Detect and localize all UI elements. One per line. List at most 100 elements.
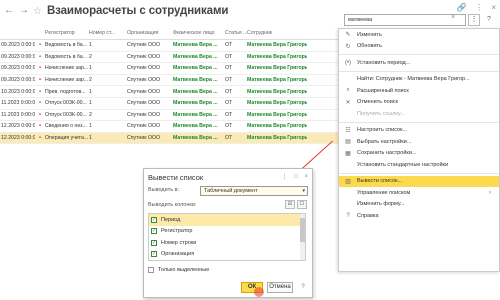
- checkbox-icon[interactable]: [148, 267, 154, 273]
- cell-employee: Матвеева Вера Григорь...: [247, 88, 307, 95]
- column-item[interactable]: ✓ Период: [149, 214, 305, 226]
- cell-period: 09.2023 0:00:00: [1, 42, 35, 49]
- cell-registrar: Начисление зар...: [45, 77, 89, 84]
- only-selected-label: Только выделенные: [158, 267, 210, 273]
- dialog-close-icon[interactable]: ×: [304, 174, 308, 180]
- table-row[interactable]: 10.2023 0:00:00 ▪ Прев. подготов... 1 Спутни…: [0, 86, 352, 98]
- column-item[interactable]: ✓ Организация: [149, 249, 305, 261]
- page-title: Взаиморасчеты с сотрудниками: [46, 5, 229, 17]
- more-actions-button[interactable]: ⋮: [468, 14, 480, 26]
- cell-person: Матвеева Вера ...: [173, 123, 218, 130]
- menu-item[interactable]: Установить стандартные настройки: [339, 159, 499, 171]
- cancel-button[interactable]: Отмена: [267, 282, 293, 293]
- chevron-down-icon[interactable]: ▾: [302, 187, 305, 195]
- menu-separator: [339, 54, 499, 55]
- column-item-label: Организация: [161, 251, 195, 258]
- menu-item[interactable]: ☷ Настроить список...: [339, 125, 499, 137]
- checkbox-checked-icon[interactable]: ✓: [151, 251, 157, 258]
- table-row[interactable]: 09.2023 0:00:00 ▪ Ведомость в ба... 2 Спутни…: [0, 52, 352, 64]
- cell-period: 09.2023 0:00:00: [1, 77, 35, 84]
- menu-item[interactable]: ▤ Выбрать настройки...: [339, 136, 499, 148]
- menu-item-label: Изменить форму...: [357, 201, 405, 208]
- table-row[interactable]: 12.2023 0:00:00 ▪ Сведения о нез... 1 Спутни…: [0, 121, 352, 133]
- dialog-maximize-icon[interactable]: □: [294, 174, 298, 180]
- menu-item[interactable]: ? Справка: [339, 210, 499, 222]
- doc-type-icon: ▪: [38, 135, 42, 142]
- check-all-icon[interactable]: ☑: [285, 200, 295, 209]
- menu-separator: [339, 70, 499, 72]
- cell-employee: Матвеева Вера Григорь...: [247, 135, 307, 142]
- cell-registrar: Операция учета...: [45, 135, 89, 142]
- cell-article: ОТ: [225, 100, 233, 107]
- chevron-right-icon: ›: [489, 189, 491, 196]
- cell-line-num: 1: [89, 100, 92, 107]
- doc-type-icon: ▪: [38, 77, 42, 84]
- cell-person: Матвеева Вера ...: [173, 111, 218, 118]
- table-row[interactable]: 09.2023 0:00:00 ▪ Начисление зар... 1 Спутни…: [0, 63, 352, 75]
- cell-person: Матвеева Вера ...: [173, 100, 218, 107]
- more-window-icon[interactable]: ⋮: [475, 3, 483, 12]
- link-icon[interactable]: 🔗: [457, 3, 467, 12]
- menu-item[interactable]: ↻ Обновить: [339, 41, 499, 53]
- star-icon[interactable]: ☆: [33, 6, 42, 17]
- cell-article: ОТ: [225, 53, 233, 60]
- menu-item[interactable]: Изменить форму...: [339, 199, 499, 211]
- columns-scrollbar[interactable]: [300, 214, 305, 260]
- cell-period: 12.2023 0:00:00: [1, 135, 35, 142]
- col-header-registrar[interactable]: Регистратор: [45, 30, 89, 36]
- search-input[interactable]: матвеева: [344, 14, 466, 26]
- cell-registrar: Отпуск 00ЗК-00...: [45, 100, 87, 107]
- cell-employee: Матвеева Вера Григорь...: [247, 100, 307, 107]
- grid-body: 09.2023 0:00:00 ▪ Ведомость в ба... 1 Спутни…: [0, 40, 352, 145]
- checkbox-checked-icon[interactable]: ✓: [151, 239, 157, 246]
- table-row[interactable]: 11.2023 0:00:00 ▪ Отпуск 00ЗК-00... 2 Спутни…: [0, 110, 352, 122]
- menu-item-label: Установить стандартные настройки: [357, 161, 449, 168]
- table-row[interactable]: 11.2023 0:00:00 ▪ Отпуск 00ЗК-00... 1 Спутни…: [0, 98, 352, 110]
- only-selected-checkbox[interactable]: Только выделенные: [148, 267, 209, 273]
- more-actions-menu: ✎ Изменить ↻ Обновить (•) Установить период..…: [338, 28, 500, 272]
- forward-icon[interactable]: →: [18, 5, 30, 17]
- table-row[interactable]: 12.2023 0:00:00 ▪ Операция учета... 1 Спутни…: [0, 132, 352, 145]
- cell-period: 11.2023 0:00:00: [1, 100, 35, 107]
- menu-item-label: Обновить: [357, 43, 382, 50]
- close-window-icon[interactable]: ×: [491, 3, 496, 12]
- table-row[interactable]: 09.2023 0:00:00 ▪ Начисление зар... 2 Спутни…: [0, 75, 352, 87]
- menu-item[interactable]: Управление поиском ›: [339, 187, 499, 199]
- back-icon[interactable]: ←: [3, 5, 15, 17]
- checkbox-checked-icon[interactable]: ✓: [151, 216, 157, 223]
- mouse-cursor-highlight: [254, 287, 264, 297]
- col-header-employee[interactable]: Сотрудник: [247, 30, 307, 36]
- menu-item[interactable]: Получить ссылку...: [339, 108, 499, 120]
- uncheck-all-icon[interactable]: ☐: [297, 200, 307, 209]
- cell-person: Матвеева Вера ...: [173, 77, 218, 84]
- menu-item-label: Сохранить настройки...: [357, 150, 417, 157]
- column-item[interactable]: ✓ Номер строки: [149, 237, 305, 249]
- dialog-more-icon[interactable]: ⋮: [282, 174, 288, 180]
- col-header-person[interactable]: Физическое лицо: [173, 30, 225, 36]
- menu-item[interactable]: ✎ Изменить: [339, 29, 499, 41]
- menu-item[interactable]: ▦ Сохранить настройки...: [339, 148, 499, 160]
- help-button[interactable]: ?: [483, 14, 495, 26]
- menu-item[interactable]: ✕ Отменить поиск: [339, 97, 499, 109]
- menu-item[interactable]: Найти: Сотрудник - Матвеева Вера Григор.…: [339, 74, 499, 86]
- menu-item[interactable]: ▥ Вывести список...: [339, 175, 499, 187]
- checkbox-checked-icon[interactable]: ✓: [151, 228, 157, 235]
- cell-period: 09.2023 0:00:00: [1, 53, 35, 60]
- menu-item[interactable]: (•) Установить период...: [339, 57, 499, 69]
- scroll-thumb[interactable]: [300, 218, 305, 242]
- cell-article: ОТ: [225, 77, 233, 84]
- clear-search-icon[interactable]: ×: [451, 14, 455, 21]
- col-header-article[interactable]: Статья ...: [225, 30, 247, 36]
- window-controls: 🔗 ⋮ ×: [451, 3, 496, 12]
- output-to-select[interactable]: Табличный документ ▾: [200, 186, 308, 196]
- dialog-help-button[interactable]: ?: [297, 282, 309, 293]
- menu-item-label: Изменить: [357, 31, 382, 38]
- column-item-label: Номер строки: [161, 239, 197, 246]
- column-item-label: Регистратор: [161, 228, 193, 235]
- menu-item[interactable]: ⌕ Расширенный поиск: [339, 85, 499, 97]
- table-row[interactable]: 09.2023 0:00:00 ▪ Ведомость в ба... 1 Спутни…: [0, 40, 352, 52]
- column-item[interactable]: ✓ Регистратор: [149, 226, 305, 238]
- menu-separator: [339, 121, 499, 123]
- col-header-org[interactable]: Организация: [127, 30, 173, 36]
- col-header-line-num[interactable]: Номер ст...: [89, 30, 127, 36]
